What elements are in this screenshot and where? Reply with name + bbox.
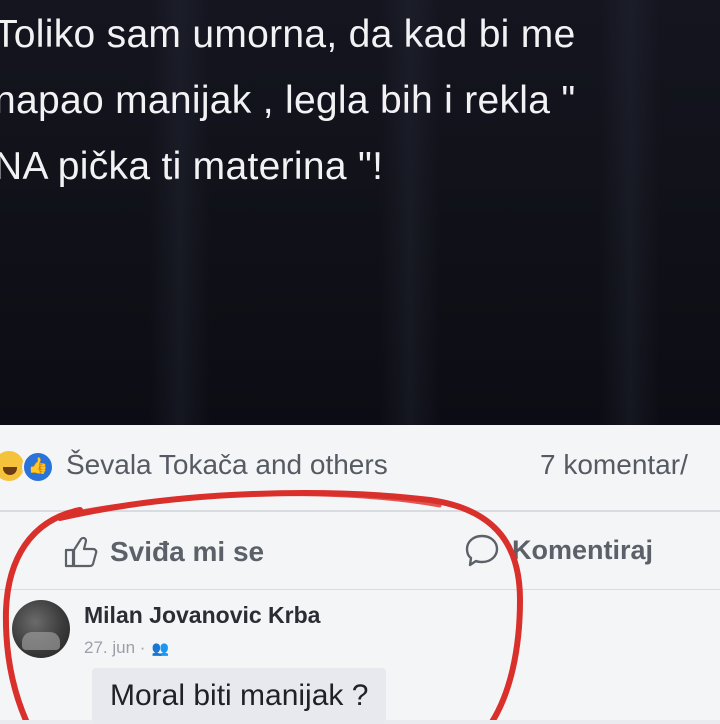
post-text-line: NA pička ti materina "! xyxy=(0,145,384,188)
like-reaction-icon: 👍 xyxy=(22,451,54,483)
reaction-icons[interactable]: 👍 xyxy=(0,449,62,485)
like-label: Sviđa mi se xyxy=(110,536,265,567)
post-text-line: Toliko sam umorna, da kad bi me xyxy=(0,13,576,56)
comment-count[interactable]: 7 komentar/ xyxy=(540,449,688,481)
comment-date[interactable]: 27. jun · xyxy=(84,638,145,658)
post-text-line: napao manijak , legla bih i rekla " xyxy=(0,79,576,122)
reacted-by-text[interactable]: Ševala Tokača and others xyxy=(66,449,388,481)
commenter-name[interactable]: Milan Jovanovic Krba xyxy=(84,602,320,629)
post-text: Toliko sam umorna, da kad bi me napao ma… xyxy=(0,2,718,200)
friends-icon: 👥 xyxy=(151,639,169,656)
like-button[interactable]: Sviđa mi se xyxy=(60,532,264,572)
comment-button[interactable]: Komentiraj xyxy=(462,530,653,570)
avatar[interactable] xyxy=(12,600,70,658)
comment-meta: 27. jun · 👥 xyxy=(84,638,169,658)
comment-icon xyxy=(465,534,499,567)
comment-bubble[interactable]: Moral biti manijak ? xyxy=(92,668,387,724)
thumbs-up-icon xyxy=(64,536,98,568)
comment-label: Komentiraj xyxy=(512,534,654,565)
post-image: Toliko sam umorna, da kad bi me napao ma… xyxy=(0,0,720,425)
